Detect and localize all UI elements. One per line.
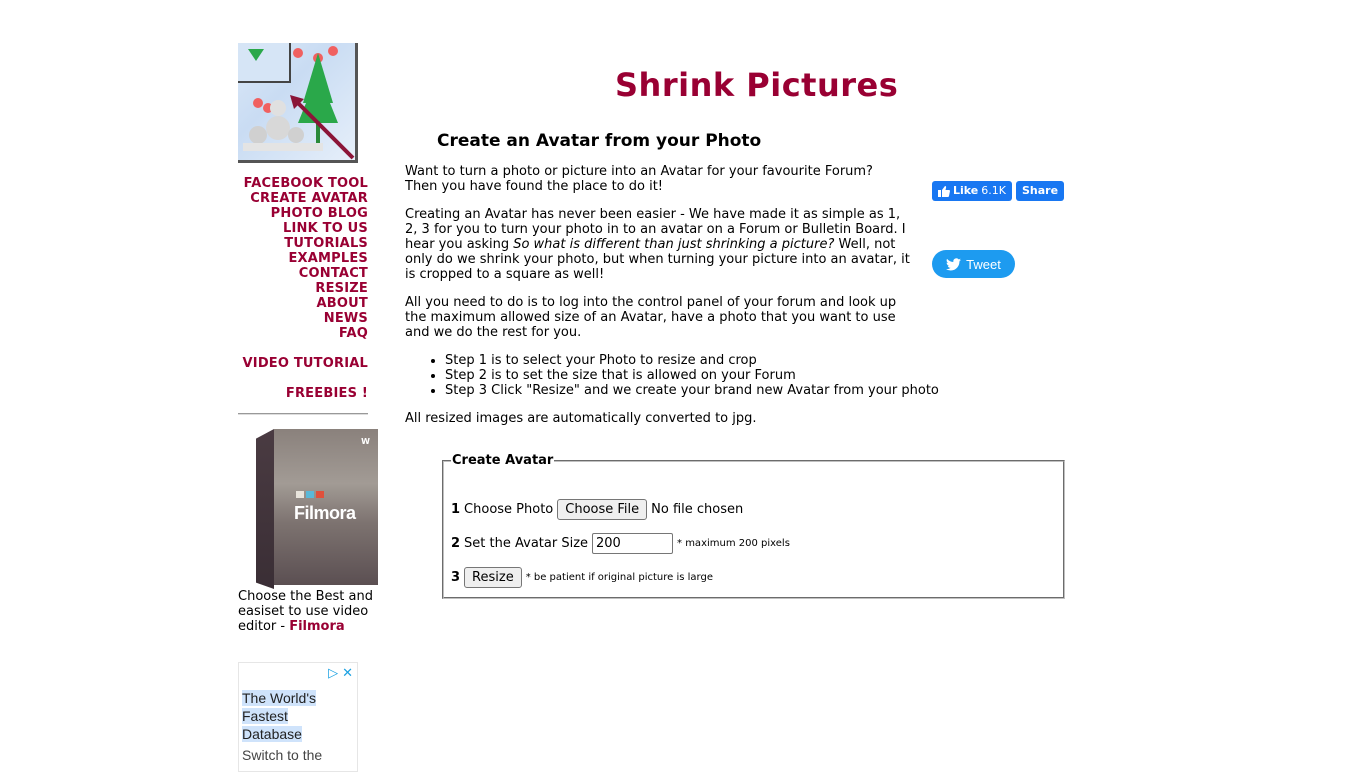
para-question: So what is different than just shrinking… [513,237,835,252]
ad-body: Switch to the [242,747,323,763]
box-front: W Filmora [274,429,378,585]
choose-file-button[interactable]: Choose File [557,499,648,520]
intro-line: Want to turn a photo or picture into an … [405,164,873,179]
resize-button[interactable]: Resize [464,567,522,588]
tweet-label: Tweet [966,256,1001,272]
site-logo[interactable] [238,43,358,163]
nav-about[interactable]: ABOUT [238,296,368,311]
nav-resize[interactable]: RESIZE [238,281,368,296]
step-number: 3 [451,570,461,585]
nav-examples[interactable]: EXAMPLES [238,251,368,266]
resize-note: * be patient if original picture is larg… [525,572,713,583]
logo-arrow-icon [243,46,355,160]
nav-facebook-tool[interactable]: FACEBOOK TOOL [238,176,368,191]
filmora-promo: Choose the Best and easiset to use video… [238,589,373,634]
step-number: 2 [451,536,461,551]
like-count: 6.1K [981,184,1006,197]
sidebar-divider [238,413,368,415]
nav-create-avatar[interactable]: CREATE AVATAR [238,191,368,206]
facebook-like-button[interactable]: Like 6.1K [932,181,1012,201]
conversion-note: All resized images are automatically con… [405,411,757,426]
intro-paragraph: Want to turn a photo or picture into an … [405,164,915,194]
avatar-size-label: Set the Avatar Size [464,536,589,551]
form-legend: Create Avatar [452,453,554,468]
nav-faq[interactable]: FAQ [238,326,368,341]
step3-row: 3 Resize * be patient if original pictur… [451,567,713,588]
nav-link-to-us[interactable]: LINK TO US [238,221,368,236]
step-item: Step 1 is to select your Photo to resize… [445,353,965,368]
sidebar-nav: FACEBOOK TOOL CREATE AVATAR PHOTO BLOG L… [238,176,368,401]
nav-news[interactable]: NEWS [238,311,368,326]
choose-photo-label: Choose Photo [464,502,554,517]
wondershare-logo-icon: W [361,437,370,446]
ad-headline[interactable]: The World's Fastest Database [242,689,316,743]
create-avatar-form: Create Avatar 1 Choose Photo Choose File… [442,453,1065,599]
nav-video-tutorial[interactable]: VIDEO TUTORIAL [238,356,368,371]
ad-headline-line: Fastest [242,708,288,724]
step-item: Step 3 Click "Resize" and we create your… [445,383,965,398]
filmora-product-image[interactable]: W Filmora [256,429,378,589]
ad-headline-line: The World's [242,690,316,706]
thumbs-up-icon [938,185,950,197]
step-item: Step 2 is to set the size that is allowe… [445,368,965,383]
filmora-wordmark: Filmora [294,503,356,523]
like-label: Like [953,184,979,197]
filmora-link[interactable]: Filmora [289,619,344,634]
nav-freebies[interactable]: FREEBIES ! [238,386,368,401]
page-subtitle: Create an Avatar from your Photo [437,131,762,151]
ad-banner[interactable]: ▷ ✕ The World's Fastest Database Switch t… [238,662,358,772]
nav-tutorials[interactable]: TUTORIALS [238,236,368,251]
intro-line: Then you have found the place to do it! [405,179,664,194]
filmora-squares-icon [296,491,324,498]
social-buttons: Like 6.1K Share Tweet [932,181,1065,278]
twitter-bird-icon [946,257,962,270]
step1-row: 1 Choose Photo Choose File No file chose… [451,499,743,520]
step-number: 1 [451,502,461,517]
avatar-size-input[interactable] [592,533,674,554]
nav-photo-blog[interactable]: PHOTO BLOG [238,206,368,221]
page-title: Shrink Pictures [615,66,899,104]
tweet-button[interactable]: Tweet [932,250,1015,278]
steps-list: Step 1 is to select your Photo to resize… [405,353,965,398]
intro-content: Want to turn a photo or picture into an … [405,164,915,353]
description-paragraph: Creating an Avatar has never been easier… [405,207,915,282]
ad-headline-line: Database [242,726,302,742]
facebook-buttons: Like 6.1K Share [932,181,1065,201]
facebook-share-button[interactable]: Share [1015,181,1065,201]
file-status: No file chosen [651,502,744,517]
nav-contact[interactable]: CONTACT [238,266,368,281]
size-note: * maximum 200 pixels [677,538,790,549]
step2-row: 2 Set the Avatar Size * maximum 200 pixe… [451,533,790,554]
close-icon[interactable]: ✕ [342,665,353,680]
box-spine [256,429,274,589]
adchoices-icon[interactable]: ▷ [328,665,338,680]
instructions-paragraph: All you need to do is to log into the co… [405,295,897,340]
ad-controls: ▷ ✕ [328,665,353,681]
